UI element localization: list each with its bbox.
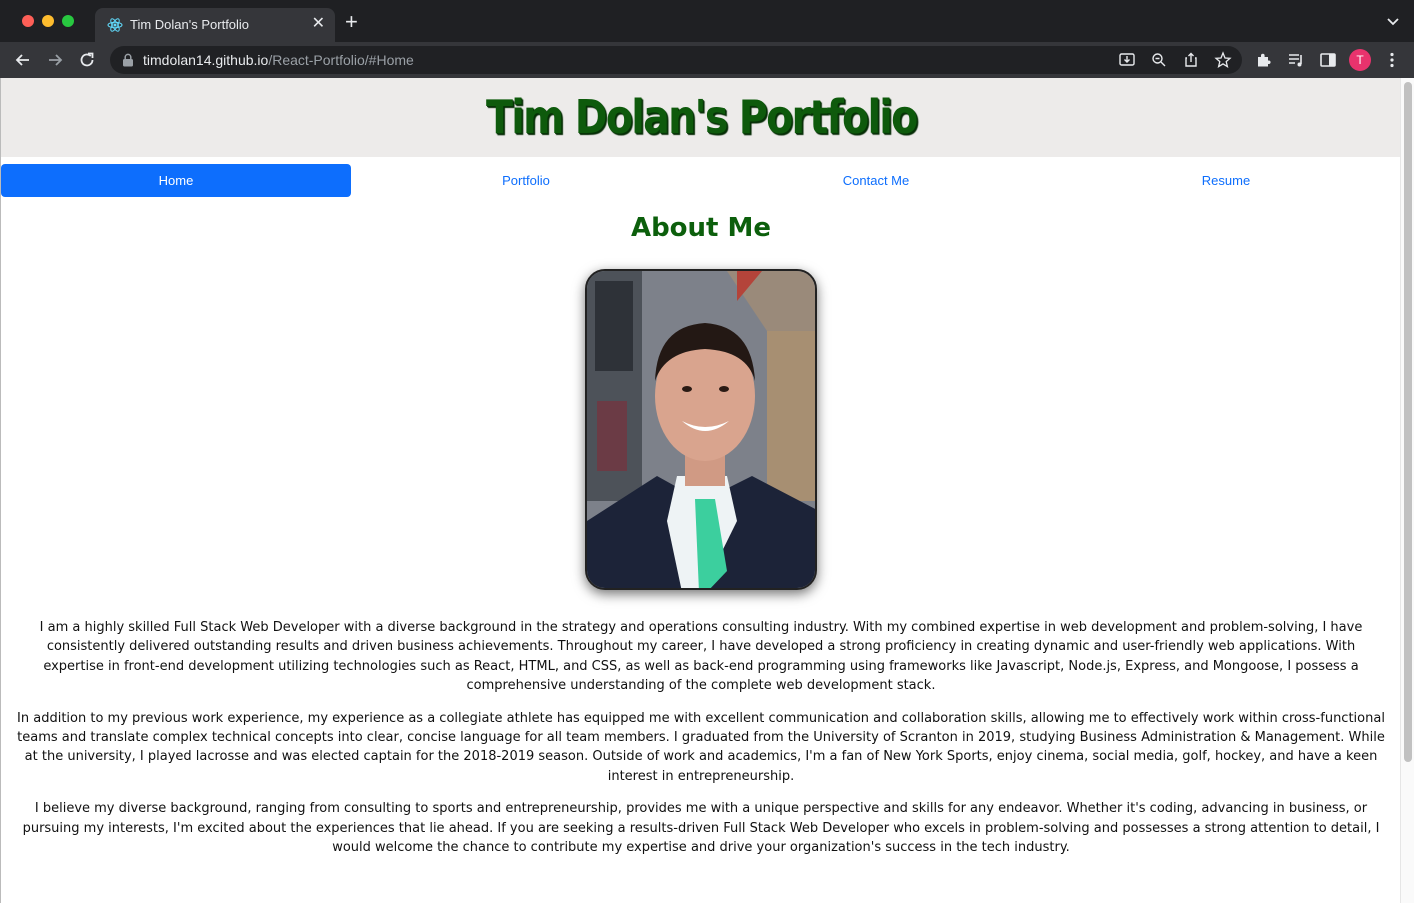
url-text: timdolan14.github.io/React-Portfolio/#Ho…: [143, 52, 414, 68]
about-bio: I am a highly skilled Full Stack Web Dev…: [17, 618, 1385, 870]
zoom-icon[interactable]: [1150, 51, 1168, 69]
nav-home[interactable]: Home: [1, 164, 351, 197]
nav-portfolio[interactable]: Portfolio: [351, 164, 701, 197]
lock-icon[interactable]: [122, 53, 134, 67]
react-favicon-icon: [107, 18, 123, 32]
browser-tab[interactable]: Tim Dolan's Portfolio ✕: [95, 8, 335, 42]
page-viewport: Tim Dolan's Portfolio Home Portfolio Con…: [0, 78, 1414, 903]
bio-paragraph: I am a highly skilled Full Stack Web Dev…: [39, 620, 1363, 694]
site-nav: Home Portfolio Contact Me Resume: [1, 164, 1401, 197]
tab-title: Tim Dolan's Portfolio: [130, 17, 250, 32]
nav-resume[interactable]: Resume: [1051, 164, 1401, 197]
chevron-down-icon[interactable]: [1386, 14, 1400, 28]
browser-toolbar: timdolan14.github.io/React-Portfolio/#Ho…: [0, 42, 1414, 78]
site-title: Tim Dolan's Portfolio: [485, 90, 918, 144]
back-arrow-icon[interactable]: [13, 50, 33, 70]
bio-paragraph: In addition to my previous work experien…: [17, 710, 1385, 784]
plus-icon[interactable]: +: [345, 11, 358, 33]
profile-photo: [585, 269, 817, 590]
sidepanel-icon[interactable]: [1319, 51, 1337, 69]
forward-arrow-icon[interactable]: [45, 50, 65, 70]
install-icon[interactable]: [1118, 51, 1136, 69]
window-close-icon[interactable]: [22, 15, 34, 27]
kebab-menu-icon[interactable]: [1383, 51, 1401, 69]
browser-tabstrip: Tim Dolan's Portfolio ✕ +: [0, 0, 1414, 42]
avatar[interactable]: T: [1349, 49, 1371, 71]
extensions-icon[interactable]: [1255, 51, 1273, 69]
reload-icon[interactable]: [77, 50, 97, 70]
media-icon[interactable]: [1287, 51, 1305, 69]
nav-contact-me[interactable]: Contact Me: [701, 164, 1051, 197]
about-heading: About Me: [630, 213, 772, 243]
window-minimize-icon[interactable]: [42, 15, 54, 27]
star-icon[interactable]: [1214, 51, 1232, 69]
close-icon[interactable]: ✕: [312, 15, 325, 33]
address-bar[interactable]: timdolan14.github.io/React-Portfolio/#Ho…: [110, 46, 1242, 74]
page-scrollbar[interactable]: [1400, 78, 1414, 903]
bio-paragraph: I believe my diverse background, ranging…: [22, 801, 1380, 856]
share-icon[interactable]: [1182, 51, 1200, 69]
site-header: Tim Dolan's Portfolio: [1, 78, 1401, 157]
window-zoom-icon[interactable]: [62, 15, 74, 27]
scrollbar-thumb[interactable]: [1404, 82, 1412, 762]
